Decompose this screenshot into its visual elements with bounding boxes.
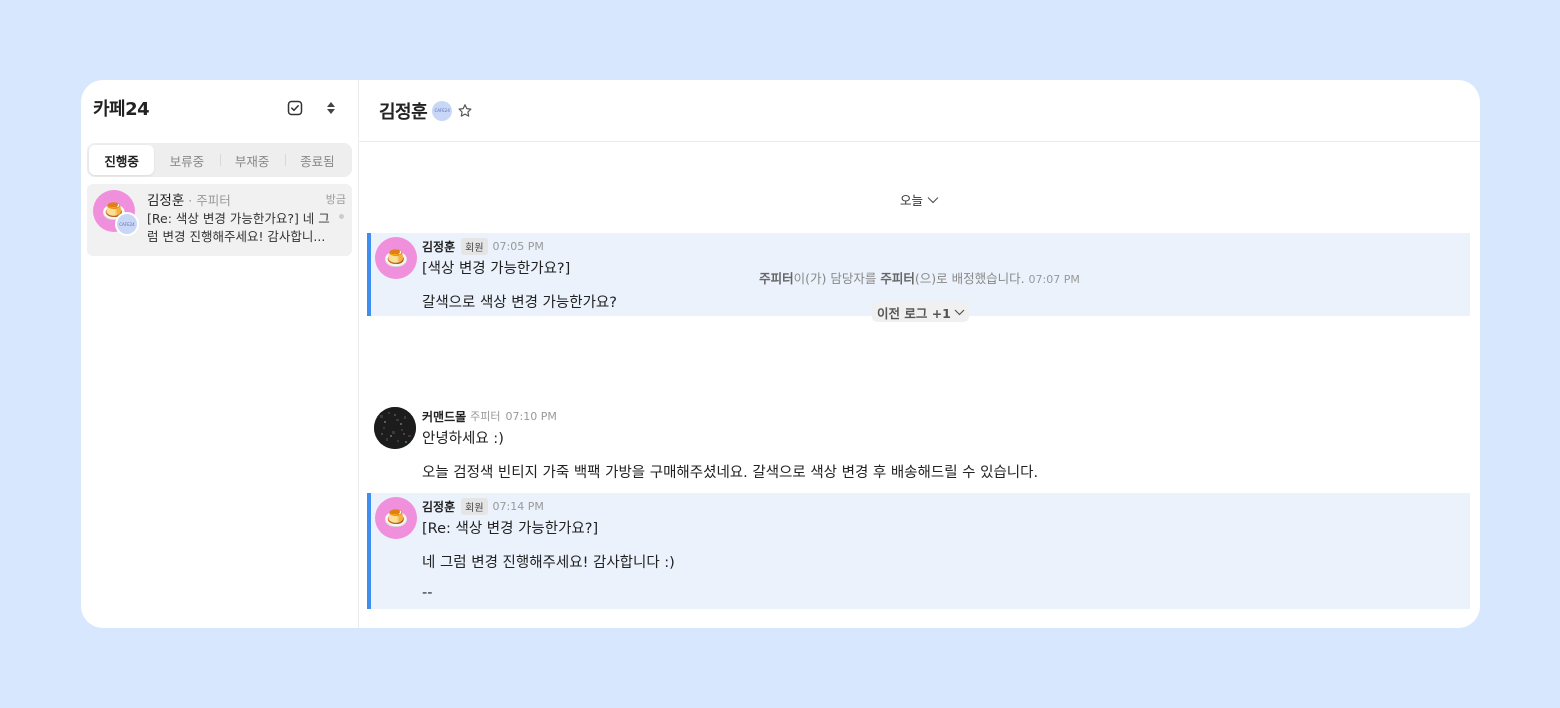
tab-label: 진행중 — [104, 153, 139, 169]
status-dot — [339, 214, 344, 219]
message-agent: 커맨드몰 주피터 07:10 PM 안녕하세요 :) 오늘 검정색 빈티지 가죽… — [367, 403, 1470, 483]
star-icon — [458, 103, 472, 117]
status-tabs: 진행중 보류중 부재중 종료됨 — [87, 143, 352, 177]
brand-badge: CAFE24 — [432, 100, 453, 121]
system-time: 07:07 PM — [1028, 273, 1080, 286]
log-label: 이전 로그 +1 — [877, 305, 951, 321]
date-label: 오늘 — [899, 193, 923, 208]
system-message: 주피터이(가) 담당자를 주피터(으)로 배정했습니다. 07:07 PM — [359, 268, 1480, 287]
message-meta: 김정훈 회원 07:14 PM — [422, 497, 544, 515]
message-text: 갈색으로 색상 변경 가능한가요? — [422, 295, 617, 311]
message-text: 안녕하세요 :) — [422, 431, 504, 447]
previous-log-button[interactable]: 이전 로그 +1 — [872, 302, 969, 322]
tab-label: 보류중 — [169, 153, 205, 169]
message-meta: 김정훈 회원 07:05 PM — [422, 237, 544, 255]
message-text: 오늘 검정색 빈티지 가죽 백팩 가방을 구매해주셨네요. 갈색으로 색상 변경… — [422, 465, 1039, 481]
chat-window: 카페24 진행중 보류중 부재중 종료됨 🍮 CAFE24 김정훈 · 주피터 … — [81, 80, 1480, 628]
message-subject: [Re: 색상 변경 가능한가요?] — [422, 521, 599, 537]
sidebar: 카페24 진행중 보류중 부재중 종료됨 🍮 CAFE24 김정훈 · 주피터 … — [81, 80, 359, 628]
workspace-title: 카페24 — [93, 99, 150, 120]
conversation-time: 방금 — [325, 193, 346, 206]
sender-name: 김정훈 — [422, 239, 456, 254]
chat-main: 김정훈 CAFE24 오늘 🍮 김정훈 회원 07:05 PM [색상 변경 가… — [359, 80, 1480, 628]
chevron-down-icon — [927, 196, 939, 203]
conversation-preview: [Re: 색상 변경 가능한가요?] 네 그럼 변경 진행해주세요! 감사합니.… — [147, 211, 330, 244]
tab-divider — [219, 154, 221, 166]
tab-in-progress[interactable]: 진행중 — [89, 145, 155, 175]
message-text: 네 그럼 변경 진행해주세요! 감사합니다 :) — [422, 555, 675, 571]
agent-avatar-image — [374, 407, 416, 449]
message-time: 07:10 PM — [505, 409, 557, 423]
chevron-down-icon — [954, 309, 965, 315]
conversation-assignee: · 주피터 — [188, 192, 231, 208]
sender-name: 김정훈 — [422, 499, 456, 514]
favorite-button[interactable] — [457, 103, 473, 119]
date-divider[interactable]: 오늘 — [359, 190, 1480, 209]
sender-name: 커맨드몰 — [422, 409, 467, 424]
system-target: 주피터 — [880, 271, 915, 286]
sort-button[interactable] — [316, 93, 346, 123]
tab-closed[interactable]: 종료됨 — [284, 145, 350, 175]
system-text: 이(가) 담당자를 — [793, 271, 881, 286]
sidebar-header: 카페24 — [81, 80, 358, 136]
message-customer: 🍮 김정훈 회원 07:14 PM [Re: 색상 변경 가능한가요?] 네 그… — [367, 493, 1470, 609]
tab-divider — [284, 154, 286, 166]
system-actor: 주피터 — [759, 271, 794, 286]
conversation-header: 김정훈 · 주피터 방금 — [147, 190, 346, 210]
message-meta: 커맨드몰 주피터 07:10 PM — [422, 409, 557, 424]
agent-avatar — [374, 407, 416, 449]
message-signature: -- — [422, 585, 433, 601]
conversation-body: 김정훈 · 주피터 방금 [Re: 색상 변경 가능한가요?] 네 그럼 변경 … — [147, 190, 346, 250]
conversation-name: 김정훈 — [147, 193, 185, 209]
chat-title: 김정훈 — [379, 101, 428, 123]
tab-missed[interactable]: 부재중 — [219, 145, 285, 175]
tab-on-hold[interactable]: 보류중 — [154, 145, 219, 175]
select-mode-button[interactable] — [280, 93, 310, 123]
member-badge: 회원 — [461, 237, 488, 255]
message-time: 07:14 PM — [492, 499, 544, 513]
avatar: 🍮 CAFE24 — [93, 190, 139, 236]
tab-label: 종료됨 — [300, 153, 335, 169]
agent-role: 주피터 — [470, 410, 501, 423]
chat-header: 김정훈 CAFE24 — [359, 80, 1480, 142]
checkbox-icon — [287, 100, 303, 116]
sort-icon — [327, 102, 335, 114]
brand-badge: CAFE24 — [115, 212, 139, 236]
system-text: (으)로 배정했습니다. — [914, 271, 1025, 286]
tab-label: 부재중 — [234, 153, 270, 169]
message-time: 07:05 PM — [492, 239, 544, 253]
conversation-item[interactable]: 🍮 CAFE24 김정훈 · 주피터 방금 [Re: 색상 변경 가능한가요?]… — [87, 184, 352, 256]
pudding-icon: 🍮 — [375, 497, 417, 539]
member-badge: 회원 — [461, 497, 488, 515]
